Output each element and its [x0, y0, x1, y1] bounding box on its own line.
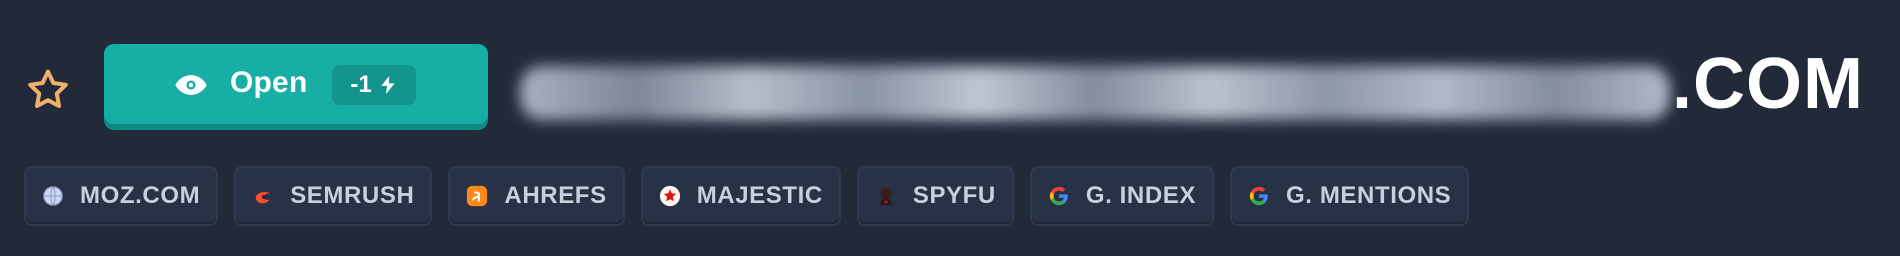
- chip-label: MOZ.COM: [80, 182, 201, 209]
- google-g-icon: [1049, 186, 1068, 206]
- ahrefs-a-icon: [467, 185, 488, 207]
- chip-google-mentions[interactable]: G. MENTIONS: [1230, 166, 1470, 226]
- chip-label: G. INDEX: [1085, 182, 1197, 209]
- open-button[interactable]: Open -1: [104, 44, 488, 124]
- chip-label: SEMRUSH: [290, 182, 415, 209]
- domain-tld: .COM: [1672, 44, 1864, 124]
- chip-moz[interactable]: MOZ.COM: [24, 166, 219, 226]
- bolt-icon: [381, 75, 395, 95]
- star-icon: [28, 69, 68, 108]
- credit-cost-value: -1: [350, 71, 372, 98]
- chip-label: MAJESTIC: [696, 182, 823, 209]
- open-button-label: Open: [230, 66, 308, 99]
- semrush-flame-icon: [255, 191, 271, 204]
- chip-google-index[interactable]: G. INDEX: [1029, 166, 1215, 226]
- chip-semrush[interactable]: SEMRUSH: [234, 166, 433, 226]
- google-g-icon: [1249, 186, 1268, 206]
- credit-cost-badge: -1: [332, 65, 416, 105]
- eye-icon: [175, 75, 207, 95]
- chip-label: AHREFS: [504, 182, 607, 209]
- chip-label: G. MENTIONS: [1286, 182, 1452, 209]
- chip-spyfu[interactable]: SPYFU: [856, 166, 1014, 226]
- spyfu-agent-icon: [880, 187, 892, 206]
- majestic-star-icon: [659, 185, 680, 207]
- seo-tools-row: MOZ.COM SEMRUSH AHREFS MAJESTIC SPYFU G.…: [24, 166, 1470, 226]
- chip-label: SPYFU: [912, 182, 996, 209]
- globe-icon: [43, 186, 63, 206]
- chip-ahrefs[interactable]: AHREFS: [448, 166, 625, 226]
- domain-name-blurred: [520, 66, 1670, 120]
- chip-majestic[interactable]: MAJESTIC: [640, 166, 841, 226]
- star-button[interactable]: [24, 66, 72, 114]
